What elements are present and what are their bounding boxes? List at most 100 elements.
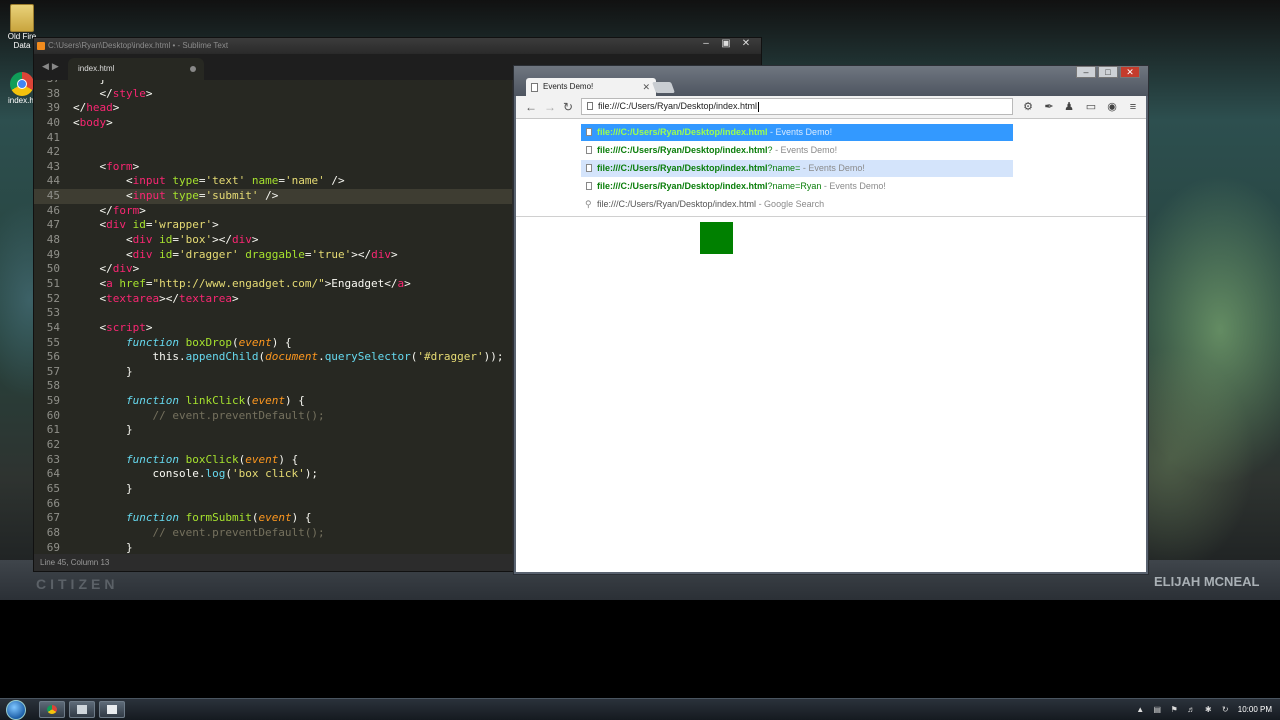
code-line[interactable]: 39 </head> bbox=[34, 101, 512, 116]
forward-arrow-icon[interactable]: → bbox=[544, 100, 556, 114]
code-text: function formSubmit(event) { bbox=[125, 511, 312, 525]
minimize-icon[interactable]: – bbox=[697, 38, 715, 50]
code-line[interactable]: 59 function linkClick(event) { bbox=[34, 394, 512, 409]
chrome-tab-events-demo[interactable]: Events Demo! ✕ bbox=[526, 78, 656, 96]
headphones-icon[interactable]: ◉ bbox=[1105, 100, 1119, 114]
unsaved-dot-icon[interactable] bbox=[190, 66, 196, 72]
tab-index-html[interactable]: index.html bbox=[68, 58, 204, 80]
code-line[interactable]: 46 </form> bbox=[34, 204, 512, 219]
bluetooth-icon[interactable]: ✱ bbox=[1204, 705, 1213, 714]
code-line[interactable]: 60 // event.preventDefault(); bbox=[34, 409, 512, 424]
clock[interactable]: 10:00 PM bbox=[1238, 705, 1272, 714]
person-icon[interactable]: ♟ bbox=[1062, 100, 1076, 114]
code-line[interactable]: 53 bbox=[34, 306, 512, 321]
chrome-icon bbox=[10, 72, 34, 96]
tab-scroll-arrows-icon[interactable]: ◀▶ bbox=[42, 61, 62, 72]
line-number: 69 bbox=[46, 540, 60, 554]
code-line[interactable]: 63 function boxClick(event) { bbox=[34, 453, 512, 468]
volume-icon[interactable]: ♬ bbox=[1187, 705, 1196, 714]
code-line[interactable]: 37 } bbox=[34, 80, 512, 87]
code-line[interactable]: 38 </style> bbox=[34, 87, 512, 102]
minimize-icon[interactable]: – bbox=[1076, 66, 1096, 78]
code-text: } bbox=[73, 80, 106, 85]
code-line[interactable]: 58 bbox=[34, 379, 512, 394]
maximize-icon[interactable]: □ bbox=[1098, 66, 1118, 78]
page-content[interactable] bbox=[516, 217, 1146, 572]
code-text: </div> bbox=[73, 262, 140, 276]
code-line[interactable]: 69 } bbox=[34, 541, 512, 556]
suggestion-row[interactable]: file:///C:/Users/Ryan/Desktop/index.html… bbox=[581, 160, 1013, 177]
tray-expand-icon[interactable]: ▲ bbox=[1136, 705, 1145, 714]
chrome-window[interactable]: Events Demo! ✕ – □ ✕ ← → ↻ file:///C:/Us… bbox=[513, 65, 1149, 575]
close-icon[interactable]: ✕ bbox=[1120, 66, 1140, 78]
tab-close-icon[interactable]: ✕ bbox=[642, 78, 650, 96]
line-number: 58 bbox=[46, 379, 60, 393]
flag-icon[interactable]: ⚑ bbox=[1170, 705, 1179, 714]
address-bar[interactable]: file:///C:/Users/Ryan/Desktop/index.html bbox=[581, 98, 1013, 115]
code-line[interactable]: 54 <script> bbox=[34, 321, 512, 336]
suggestion-desc: - Events Demo! bbox=[767, 127, 833, 137]
code-line[interactable]: 40 <body> bbox=[34, 116, 512, 131]
box[interactable] bbox=[700, 222, 733, 254]
gear-icon[interactable]: ⚙ bbox=[1021, 100, 1035, 114]
code-line[interactable]: 43 <form> bbox=[34, 160, 512, 175]
taskbar: ▲ ▤ ⚑ ♬ ✱ ↻ 10:00 PM bbox=[0, 698, 1280, 720]
cast-icon[interactable]: ▭ bbox=[1084, 100, 1098, 114]
taskbar-chrome[interactable] bbox=[39, 701, 65, 718]
code-line[interactable]: 65 } bbox=[34, 482, 512, 497]
code-line[interactable]: 51 <a href="http://www.engadget.com/">En… bbox=[34, 277, 512, 292]
eyedropper-icon[interactable]: ✒ bbox=[1042, 100, 1056, 114]
line-number: 64 bbox=[46, 467, 60, 481]
code-line[interactable]: 52 <textarea></textarea> bbox=[34, 292, 512, 307]
code-line[interactable]: 64 console.log('box click'); bbox=[34, 467, 512, 482]
code-line[interactable]: 49 <div id='dragger' draggable='true'></… bbox=[34, 248, 512, 263]
code-line[interactable]: 67 function formSubmit(event) { bbox=[34, 511, 512, 526]
code-line[interactable]: 44 <input type='text' name='name' /> bbox=[34, 174, 512, 189]
maximize-icon[interactable]: ▣ bbox=[717, 38, 735, 50]
suggestion-row[interactable]: file:///C:/Users/Ryan/Desktop/index.html… bbox=[581, 178, 1013, 195]
code-line[interactable]: 56 this.appendChild(document.querySelect… bbox=[34, 350, 512, 365]
code-line[interactable]: 62 bbox=[34, 438, 512, 453]
sublime-window-controls: – ▣ ✕ bbox=[697, 38, 755, 50]
code-editor[interactable]: 37 }38 </style>39</head>40<body>414243 <… bbox=[34, 80, 512, 556]
code-line[interactable]: 68 // event.preventDefault(); bbox=[34, 526, 512, 541]
suggestion-row[interactable]: file:///C:/Users/Ryan/Desktop/index.html… bbox=[581, 142, 1013, 159]
code-line[interactable]: 50 </div> bbox=[34, 262, 512, 277]
suggestion-suffix: ?name=Ryan bbox=[767, 181, 822, 191]
menu-icon[interactable]: ≡ bbox=[1126, 100, 1140, 114]
code-line[interactable]: 57 } bbox=[34, 365, 512, 380]
suggestion-row-search[interactable]: ⚲ file:///C:/Users/Ryan/Desktop/index.htm… bbox=[581, 196, 1013, 213]
line-number: 54 bbox=[46, 320, 60, 334]
close-icon[interactable]: ✕ bbox=[737, 38, 755, 50]
taskbar-sublime[interactable] bbox=[99, 701, 125, 718]
code-text: } bbox=[73, 481, 133, 495]
new-tab-button[interactable] bbox=[651, 82, 676, 93]
back-arrow-icon[interactable]: ← bbox=[525, 100, 537, 114]
sublime-titlebar[interactable]: C:\Users\Ryan\Desktop\index.html • - Sub… bbox=[34, 38, 761, 54]
code-line[interactable]: 47 <div id='wrapper'> bbox=[34, 218, 512, 233]
page-icon bbox=[586, 146, 592, 154]
start-button[interactable] bbox=[6, 700, 26, 720]
search-query: file:///C:/Users/Ryan/Desktop/index.html bbox=[597, 199, 757, 209]
code-line[interactable]: 45 <input type='submit' /> bbox=[34, 189, 512, 204]
reload-icon[interactable]: ↻ bbox=[563, 100, 573, 114]
line-number: 47 bbox=[46, 218, 60, 232]
network-icon[interactable]: ▤ bbox=[1153, 705, 1162, 714]
omnibox-suggestions: file:///C:/Users/Ryan/Desktop/index.html… bbox=[516, 119, 1146, 217]
code-line[interactable]: 66 bbox=[34, 497, 512, 512]
code-line[interactable]: 42 bbox=[34, 145, 512, 160]
suggestion-row[interactable]: file:///C:/Users/Ryan/Desktop/index.html… bbox=[581, 124, 1013, 141]
line-number: 48 bbox=[46, 233, 60, 247]
sync-icon[interactable]: ↻ bbox=[1221, 705, 1230, 714]
taskbar-explorer[interactable] bbox=[69, 701, 95, 718]
code-line[interactable]: 48 <div id='box'></div> bbox=[34, 233, 512, 248]
system-tray: ▲ ▤ ⚑ ♬ ✱ ↻ 10:00 PM bbox=[1136, 699, 1272, 720]
code-text: <form> bbox=[73, 159, 140, 173]
code-line[interactable]: 61 } bbox=[34, 423, 512, 438]
code-line[interactable]: 41 bbox=[34, 131, 512, 146]
code-line[interactable]: 55 function boxDrop(event) { bbox=[34, 336, 512, 351]
line-number: 42 bbox=[46, 145, 60, 159]
code-text: console.log('box click'); bbox=[73, 467, 319, 481]
line-number: 57 bbox=[46, 364, 60, 378]
chrome-toolbar: ← → ↻ file:///C:/Users/Ryan/Desktop/inde… bbox=[516, 96, 1146, 119]
